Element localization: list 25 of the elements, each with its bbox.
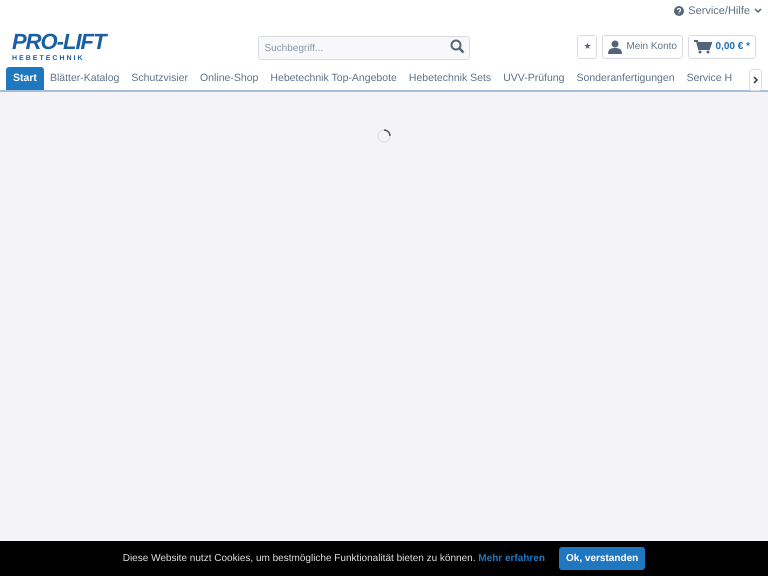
nav-tab[interactable]: UVV-Prüfung <box>497 67 570 90</box>
nav-tab[interactable]: Hebetechnik Top-Angebote <box>264 67 403 90</box>
nav-tab[interactable]: Service H <box>680 67 738 90</box>
nav-next-button[interactable] <box>749 69 762 91</box>
cart-button[interactable]: 0,00 € * <box>688 34 756 58</box>
account-button[interactable]: Mein Konto <box>602 34 683 58</box>
accept-button[interactable]: Ok, verstanden <box>558 547 646 570</box>
chevron-right-icon <box>752 76 758 84</box>
chevron-down-icon <box>754 8 762 14</box>
wishlist-button[interactable]: ★ <box>577 34 598 58</box>
service-menu[interactable]: Service/Hilfe <box>674 2 762 20</box>
cart-icon <box>694 40 712 54</box>
cookie-notice: Diese Website nutzt Cookies, um bestmögliche Funktionalität bieten zu können. Mehr erfahren <box>122 552 545 566</box>
nav-tab[interactable]: Blätter-Katalog <box>44 67 126 90</box>
search-icon[interactable] <box>450 38 466 54</box>
nav-tab[interactable]: Hebetechnik Sets <box>402 67 498 90</box>
loading-spinner-icon <box>377 129 391 143</box>
nav-tab[interactable]: Start <box>6 67 44 90</box>
help-icon <box>674 6 684 16</box>
nav-tab[interactable]: Online-Shop <box>194 67 264 90</box>
more-info-link[interactable]: Mehr erfahren <box>478 553 545 564</box>
nav-tab[interactable]: Schutzvisier <box>125 67 194 90</box>
nav-tab[interactable]: Sonderanfertigungen <box>570 67 681 90</box>
search-field[interactable]: Suchbegriff... <box>258 36 470 60</box>
user-icon <box>608 40 622 54</box>
